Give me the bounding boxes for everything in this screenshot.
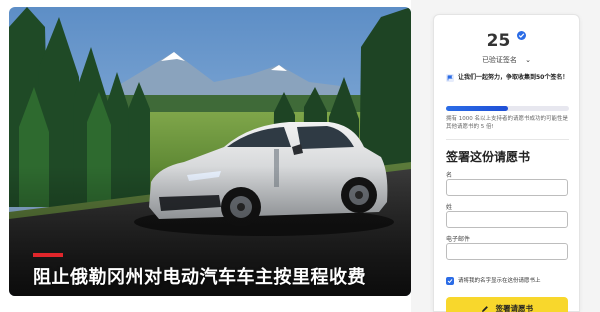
signature-count: 25 bbox=[486, 31, 511, 51]
display-name-consent[interactable]: 请将我的名字显示在这份请愿书上 bbox=[446, 277, 572, 285]
email-label: 电子邮件 bbox=[446, 236, 471, 243]
sign-petition-label: 签署请愿书 bbox=[495, 303, 534, 312]
goal-text: 让我们一起努力，争取收集到50个签名！ bbox=[458, 74, 569, 81]
verified-signatures-label: 已验证签名 bbox=[481, 56, 517, 64]
last-name-field[interactable] bbox=[446, 211, 568, 228]
goal-message: 让我们一起努力，争取收集到50个签名！ bbox=[446, 74, 572, 82]
pen-icon bbox=[481, 305, 488, 312]
signature-count-row: 25 bbox=[434, 31, 579, 51]
progress-fill bbox=[446, 106, 508, 111]
hero-image: 阻止俄勒冈州对电动汽车车主按里程收费 bbox=[9, 7, 411, 296]
chevron-down-icon: ⌄ bbox=[525, 56, 532, 64]
sign-petition-button[interactable]: 签署请愿书 bbox=[446, 297, 568, 312]
petition-card: 25 已验证签名 ⌄ 让我们一起努力，争取收集到50个签名！ 拥有 1000 名… bbox=[433, 14, 580, 312]
flag-icon bbox=[446, 74, 454, 82]
first-name-label: 名 bbox=[446, 172, 453, 179]
hero-photo-svg bbox=[9, 7, 411, 296]
first-name-field[interactable] bbox=[446, 179, 568, 196]
progress-note: 拥有 1000 名以上支持者的请愿书成功的可能性是其他请愿书的 5 倍! bbox=[446, 116, 568, 130]
divider bbox=[446, 139, 569, 140]
form-title: 签署这份请愿书 bbox=[446, 150, 531, 164]
page-title: 阻止俄勒冈州对电动汽车车主按里程收费 bbox=[33, 267, 366, 288]
signature-progress-bar bbox=[446, 106, 569, 111]
display-name-checkbox[interactable] bbox=[446, 277, 454, 285]
consent-label: 请将我的名字显示在这份请愿书上 bbox=[458, 278, 541, 284]
last-name-label: 姓 bbox=[446, 204, 453, 211]
verified-check-icon bbox=[517, 31, 527, 40]
email-field[interactable] bbox=[446, 243, 568, 260]
title-accent-bar bbox=[33, 253, 63, 257]
verified-signatures-toggle[interactable]: 已验证签名 ⌄ bbox=[434, 55, 579, 65]
